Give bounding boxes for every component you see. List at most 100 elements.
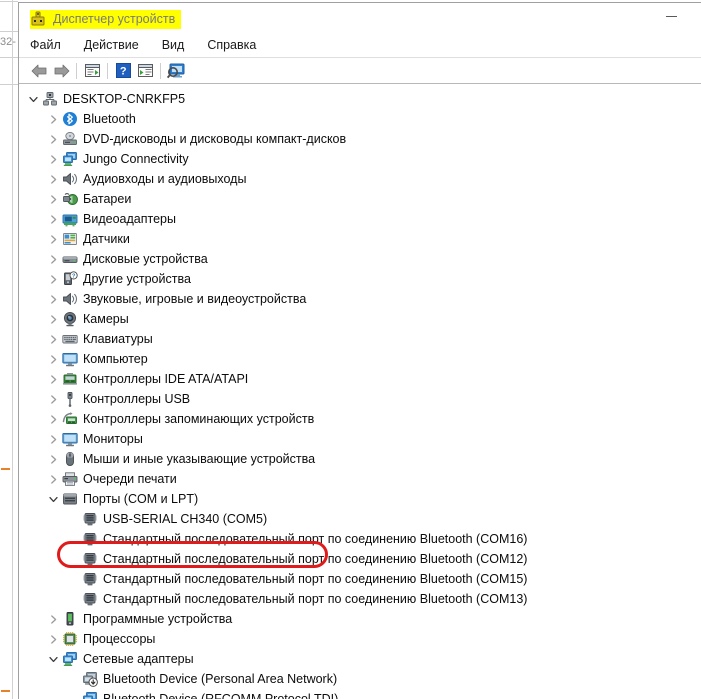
tree-row-label: Мыши и иные указывающие устройства bbox=[83, 452, 316, 466]
tree-row-label: Видеоадаптеры bbox=[83, 212, 176, 226]
tree-row[interactable]: Программные устройства bbox=[19, 609, 701, 629]
chevron-down-icon[interactable] bbox=[45, 649, 61, 669]
chevron-right-icon[interactable] bbox=[45, 309, 61, 329]
tree-row-label: Аудиовходы и аудиовыходы bbox=[83, 172, 247, 186]
battery-icon bbox=[61, 190, 78, 208]
chevron-right-icon[interactable] bbox=[45, 249, 61, 269]
chevron-right-icon[interactable] bbox=[45, 369, 61, 389]
tree-row[interactable]: DVD-дисководы и дисководы компакт-дисков bbox=[19, 129, 701, 149]
tree-row[interactable]: Bluetooth Device (RFCOMM Protocol TDI) bbox=[19, 689, 701, 699]
chevron-down-icon[interactable] bbox=[45, 489, 61, 509]
tree-row[interactable]: Bluetooth bbox=[19, 109, 701, 129]
chevron-right-icon[interactable] bbox=[45, 209, 61, 229]
tree-row[interactable]: Датчики bbox=[19, 229, 701, 249]
tree-row[interactable]: DESKTOP-CNRKFP5 bbox=[19, 89, 701, 109]
tree-row[interactable]: Дисковые устройства bbox=[19, 249, 701, 269]
tree-row[interactable]: Сетевые адаптеры bbox=[19, 649, 701, 669]
network-adapter-icon bbox=[81, 690, 98, 699]
tree-row[interactable]: Мыши и иные указывающие устройства bbox=[19, 449, 701, 469]
speaker-icon bbox=[61, 170, 78, 188]
chevron-right-icon[interactable] bbox=[45, 289, 61, 309]
show-window-icon[interactable] bbox=[134, 61, 156, 81]
tree-row-label: Bluetooth Device (Personal Area Network) bbox=[103, 672, 338, 686]
device-manager-icon bbox=[30, 11, 46, 27]
sensors-icon bbox=[61, 230, 78, 248]
menu-help[interactable]: Справка bbox=[207, 38, 256, 52]
tree-row[interactable]: Jungo Connectivity bbox=[19, 149, 701, 169]
minimize-button[interactable] bbox=[666, 16, 677, 17]
chevron-right-icon[interactable] bbox=[45, 389, 61, 409]
device-tree[interactable]: DESKTOP-CNRKFP5 Bluetooth DVD-дисководы и … bbox=[19, 84, 701, 699]
menu-action[interactable]: Действие bbox=[84, 38, 139, 52]
chevron-right-icon[interactable] bbox=[45, 269, 61, 289]
tree-row[interactable]: Батареи bbox=[19, 189, 701, 209]
forward-arrow-icon[interactable] bbox=[50, 61, 72, 81]
tree-row[interactable]: Видеоадаптеры bbox=[19, 209, 701, 229]
tree-row-label: Дисковые устройства bbox=[83, 252, 208, 266]
chevron-right-icon[interactable] bbox=[45, 409, 61, 429]
chevron-right-icon[interactable] bbox=[45, 349, 61, 369]
tree-row-label: Процессоры bbox=[83, 632, 156, 646]
keyboard-icon bbox=[61, 330, 78, 348]
tree-row[interactable]: Стандартный последовательный порт по сое… bbox=[19, 549, 701, 569]
help-question-icon[interactable]: ? bbox=[112, 61, 134, 81]
chevron-right-icon[interactable] bbox=[45, 429, 61, 449]
tree-row[interactable]: Контроллеры IDE ATA/ATAPI bbox=[19, 369, 701, 389]
tree-row[interactable]: ? Другие устройства bbox=[19, 269, 701, 289]
chevron-down-icon[interactable] bbox=[25, 89, 41, 109]
camera-icon bbox=[61, 310, 78, 328]
bg-dash-marker bbox=[1, 690, 10, 692]
tree-row[interactable]: Камеры bbox=[19, 309, 701, 329]
tree-row[interactable]: USB-SERIAL CH340 (COM5) bbox=[19, 509, 701, 529]
toolbar-separator bbox=[160, 62, 161, 79]
menu-file[interactable]: Файл bbox=[30, 38, 61, 52]
tree-row[interactable]: Процессоры bbox=[19, 629, 701, 649]
tree-row-label: Jungo Connectivity bbox=[83, 152, 189, 166]
back-arrow-icon[interactable] bbox=[28, 61, 50, 81]
scan-monitor-icon[interactable] bbox=[165, 61, 187, 81]
printer-icon bbox=[61, 470, 78, 488]
menu-bar: Файл Действие Вид Справка bbox=[19, 33, 701, 58]
chevron-right-icon[interactable] bbox=[45, 129, 61, 149]
tree-row-label: Сетевые адаптеры bbox=[83, 652, 194, 666]
software-device-icon bbox=[61, 610, 78, 628]
chevron-right-icon[interactable] bbox=[45, 169, 61, 189]
tree-row[interactable]: Порты (COM и LPT) bbox=[19, 489, 701, 509]
chevron-right-icon[interactable] bbox=[45, 609, 61, 629]
tree-row[interactable]: Компьютер bbox=[19, 349, 701, 369]
chevron-right-icon[interactable] bbox=[45, 189, 61, 209]
bg-dash-marker bbox=[1, 468, 10, 470]
storage-controller-icon bbox=[61, 410, 78, 428]
tree-row[interactable]: Стандартный последовательный порт по сое… bbox=[19, 589, 701, 609]
tree-row[interactable]: Очереди печати bbox=[19, 469, 701, 489]
tree-row-label: Контроллеры запоминающих устройств bbox=[83, 412, 315, 426]
tree-row[interactable]: Стандартный последовательный порт по сое… bbox=[19, 569, 701, 589]
tree-row[interactable]: Стандартный последовательный порт по сое… bbox=[19, 529, 701, 549]
chevron-right-icon[interactable] bbox=[45, 329, 61, 349]
chevron-right-icon[interactable] bbox=[45, 229, 61, 249]
tree-row-label: Стандартный последовательный порт по сое… bbox=[103, 592, 528, 606]
chevron-right-icon[interactable] bbox=[45, 109, 61, 129]
tree-row[interactable]: Контроллеры USB bbox=[19, 389, 701, 409]
window-title: Диспетчер устройств bbox=[53, 12, 176, 26]
menu-view[interactable]: Вид bbox=[162, 38, 185, 52]
tree-row[interactable]: Bluetooth Device (Personal Area Network) bbox=[19, 669, 701, 689]
tree-row[interactable]: Звуковые, игровые и видеоустройства bbox=[19, 289, 701, 309]
tree-row[interactable]: Аудиовходы и аудиовыходы bbox=[19, 169, 701, 189]
chevron-right-icon[interactable] bbox=[45, 629, 61, 649]
tree-row[interactable]: Контроллеры запоминающих устройств bbox=[19, 409, 701, 429]
chevron-right-icon[interactable] bbox=[45, 469, 61, 489]
tree-row[interactable]: Мониторы bbox=[19, 429, 701, 449]
tree-row-label: Батареи bbox=[83, 192, 132, 206]
properties-icon[interactable] bbox=[81, 61, 103, 81]
tree-row-label: Звуковые, игровые и видеоустройства bbox=[83, 292, 307, 306]
tree-row-label: Другие устройства bbox=[83, 272, 191, 286]
tree-row-label: Bluetooth bbox=[83, 112, 136, 126]
bg-fragment-text: 32- bbox=[0, 36, 16, 48]
chevron-right-icon[interactable] bbox=[45, 149, 61, 169]
tree-row[interactable]: Клавиатуры bbox=[19, 329, 701, 349]
chevron-right-icon[interactable] bbox=[45, 449, 61, 469]
